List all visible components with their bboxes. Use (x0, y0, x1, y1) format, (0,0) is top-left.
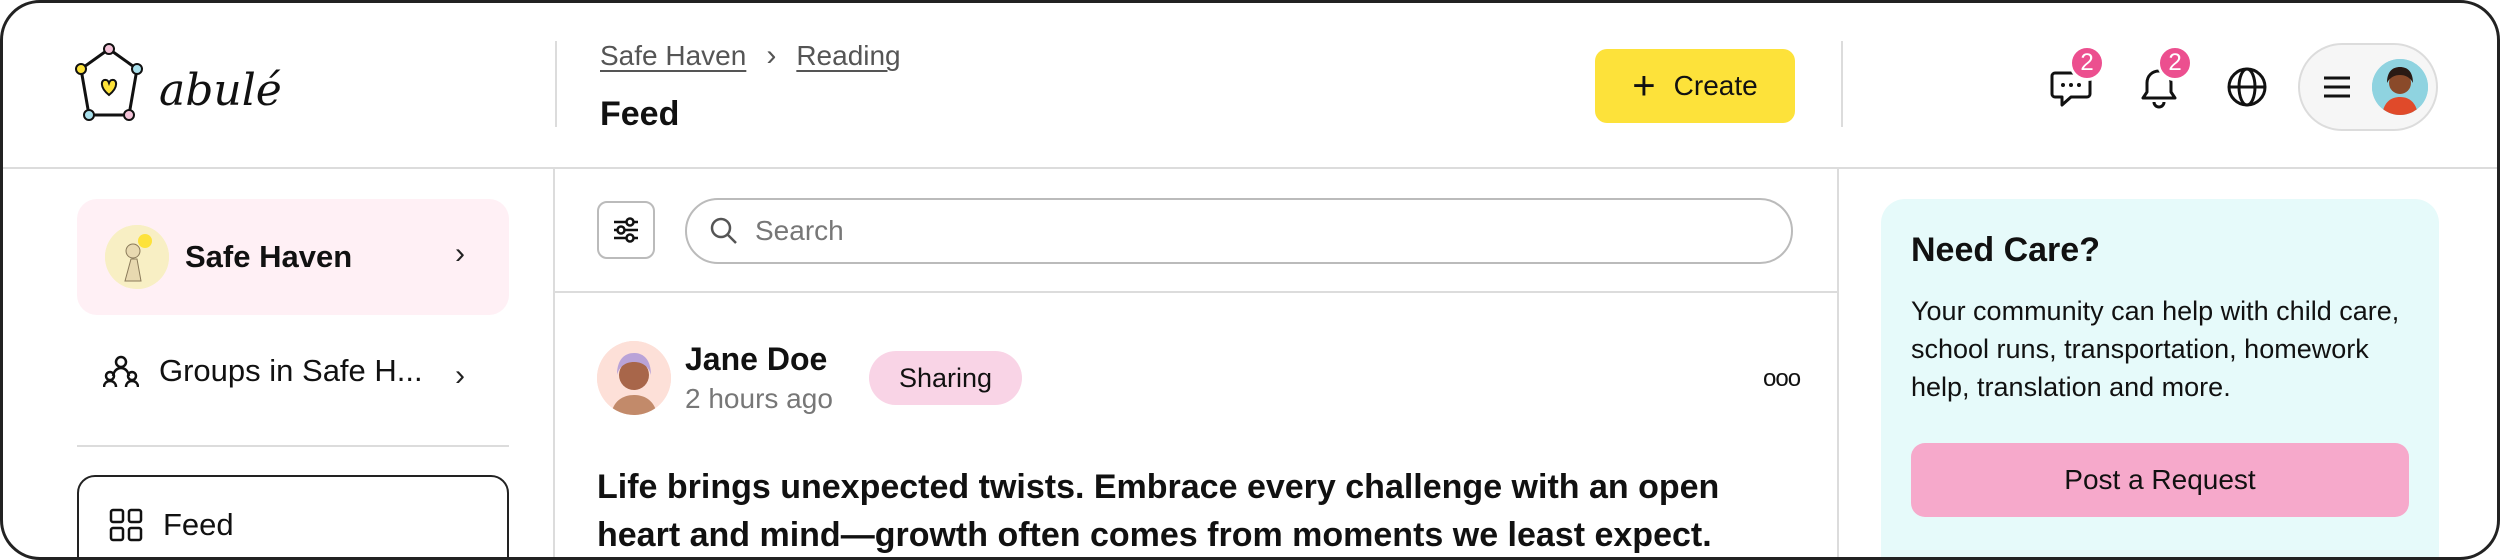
sidebar-divider (77, 445, 509, 447)
sidebar-item-safe-haven[interactable]: Safe Haven › (77, 199, 509, 315)
brand-name: abulé (159, 65, 282, 116)
breadcrumb-safe-haven[interactable]: Safe Haven (600, 40, 746, 72)
hamburger-icon (2324, 76, 2350, 98)
sidebar-item-label: Safe Haven (185, 239, 353, 274)
chevron-right-icon: › (766, 39, 777, 72)
search-bar (685, 198, 1793, 264)
messages-button[interactable]: 2 (2043, 45, 2105, 115)
post-tag[interactable]: Sharing (869, 351, 1023, 405)
create-label: Create (1673, 70, 1758, 101)
avatar (2372, 59, 2428, 115)
sidebar-item-label: Groups in Safe H... (159, 353, 423, 388)
user-menu[interactable] (2298, 43, 2438, 131)
search-input[interactable] (755, 215, 1655, 247)
post-timestamp: 2 hours ago (685, 383, 833, 414)
sidebar-item-feed[interactable]: Feed (77, 475, 509, 557)
search-divider (553, 291, 1839, 293)
groups-icon (103, 355, 139, 388)
post-request-button[interactable]: Post a Request (1911, 443, 2409, 517)
care-title: Need Care? (1911, 231, 2100, 269)
notifications-badge: 2 (2157, 45, 2193, 81)
breadcrumb-reading[interactable]: Reading (796, 40, 900, 72)
plus-icon: + (1632, 64, 1656, 108)
post-body: Life brings unexpected twists. Embrace e… (597, 468, 1720, 554)
abule-logo[interactable]: abulé (73, 43, 282, 129)
chevron-right-icon: › (455, 237, 465, 270)
filter-button[interactable] (597, 201, 655, 259)
chevron-right-icon: › (455, 359, 465, 392)
grid-icon (109, 508, 143, 542)
care-body: Your community can help with child care,… (1911, 296, 2400, 402)
page-title: Feed (600, 95, 680, 133)
header-divider-right (1841, 41, 1843, 127)
sidebar-item-groups[interactable]: Groups in Safe H... (103, 353, 423, 389)
breadcrumb: Safe Haven › Reading (600, 39, 901, 73)
language-button[interactable] (2219, 59, 2275, 115)
more-options-icon[interactable]: ooo (1763, 365, 1801, 393)
app-frame: abulé Safe Haven › Reading Feed + Create… (0, 0, 2500, 560)
need-care-card: Need Care? Your community can help with … (1881, 199, 2439, 557)
top-header: abulé Safe Haven › Reading Feed + Create… (3, 3, 2497, 169)
right-column-divider (1837, 169, 1839, 557)
community-thumbnail (105, 225, 169, 289)
header-divider-left (555, 41, 557, 127)
sidebar-item-label: Feed (163, 507, 234, 542)
sliders-icon (614, 217, 638, 243)
globe-icon (2227, 67, 2267, 107)
notifications-button[interactable]: 2 (2131, 45, 2193, 115)
search-icon (710, 217, 737, 244)
create-button[interactable]: + Create (1595, 49, 1795, 123)
messages-badge: 2 (2069, 45, 2105, 81)
post-author-avatar[interactable] (597, 341, 671, 415)
left-column-divider (553, 169, 555, 557)
post-author-name[interactable]: Jane Doe (685, 341, 827, 378)
